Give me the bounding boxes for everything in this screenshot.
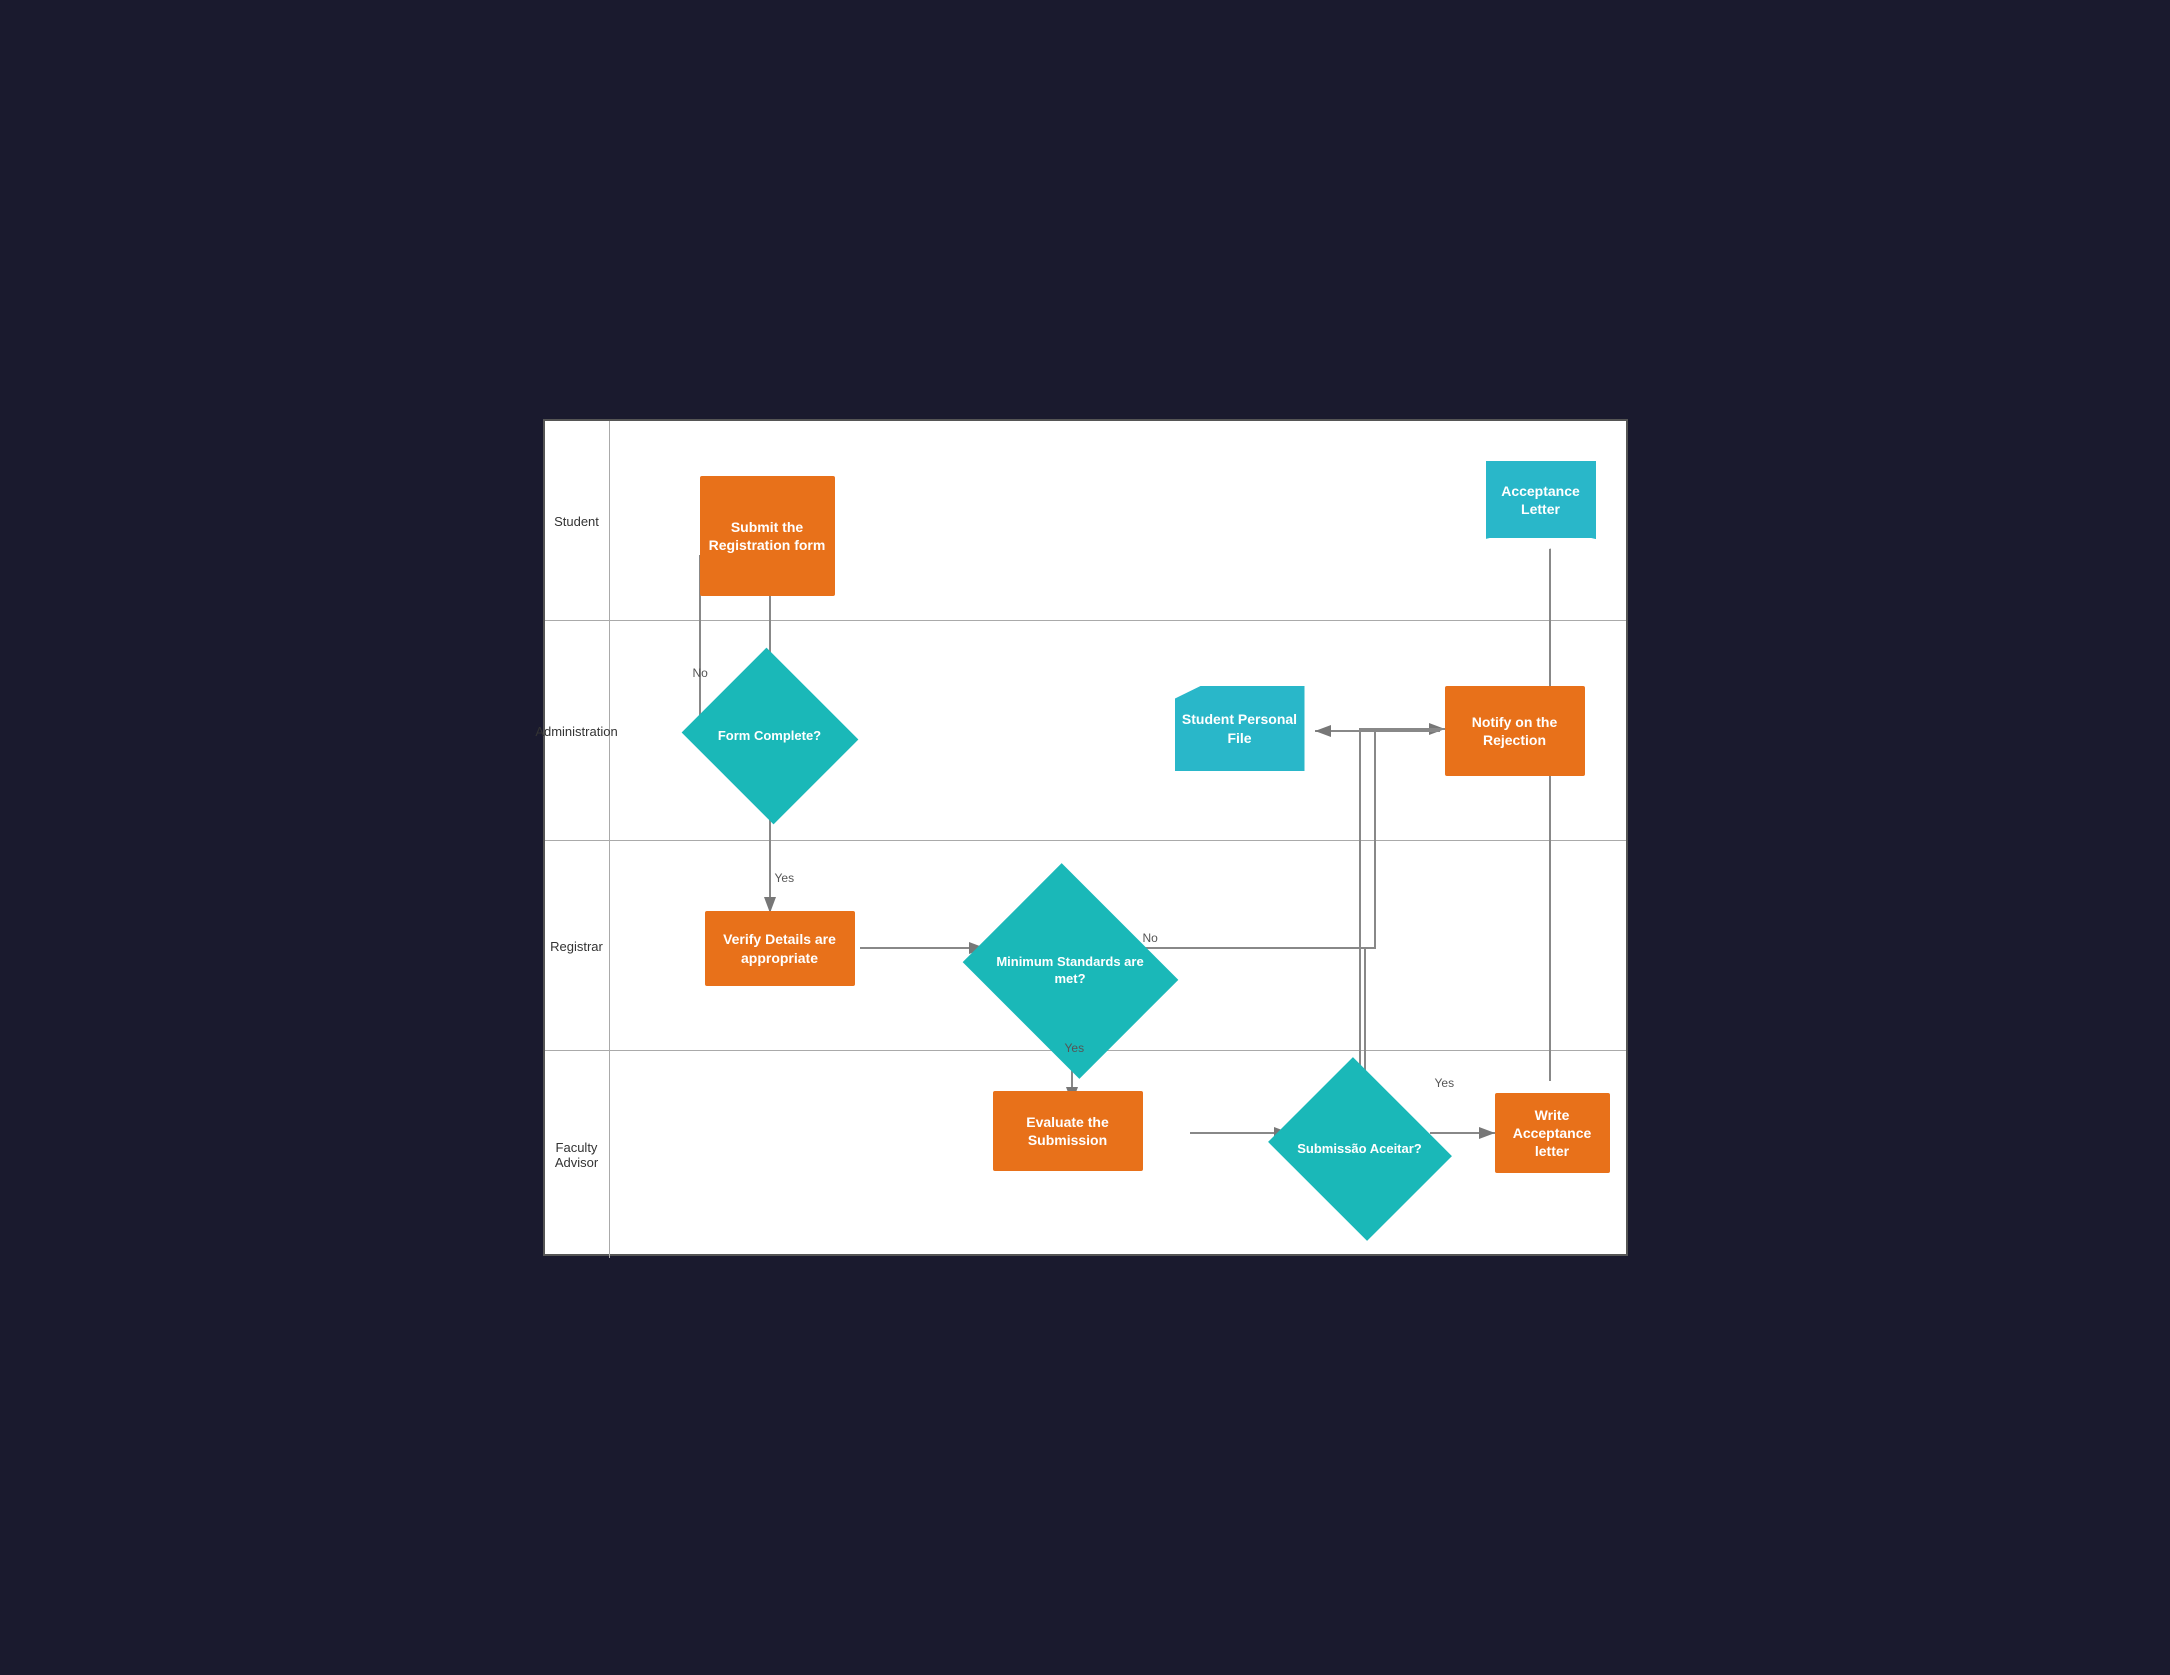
lane-faculty-label: FacultyAdvisor: [545, 1051, 610, 1258]
yes-label-form: Yes: [775, 871, 795, 885]
verify-details-shape: Verify Details are appropriate: [705, 911, 855, 986]
no-label-standards: No: [1143, 931, 1158, 945]
diagram-container: Student Administration Registrar Faculty…: [543, 419, 1628, 1256]
notify-rejection-shape: Notify on the Rejection: [1445, 686, 1585, 776]
no-label-form: No: [693, 666, 708, 680]
write-acceptance-shape: Write Acceptance letter: [1495, 1093, 1610, 1173]
lane-registrar-label: Registrar: [545, 841, 610, 1051]
submit-form-shape: Submit the Registration form: [700, 476, 835, 596]
evaluate-submission-shape: Evaluate the Submission: [993, 1091, 1143, 1171]
acceptance-letter-label: Acceptance Letter: [1486, 461, 1596, 539]
yes-label-submissao: Yes: [1435, 1076, 1455, 1090]
lane-administration-label: Administration: [545, 621, 610, 841]
yes-label-standards: Yes: [1065, 1041, 1085, 1055]
minimum-standards-shape: Minimum Standards are met?: [988, 901, 1153, 1041]
form-complete-shape: Form Complete?: [705, 676, 835, 796]
student-personal-file-shape: Student Personal File: [1175, 686, 1305, 771]
lane-student-label: Student: [545, 421, 610, 621]
submissao-aceitar-shape: Submissão Aceitar?: [1290, 1089, 1430, 1209]
acceptance-letter-shape: Acceptance Letter: [1486, 461, 1596, 551]
